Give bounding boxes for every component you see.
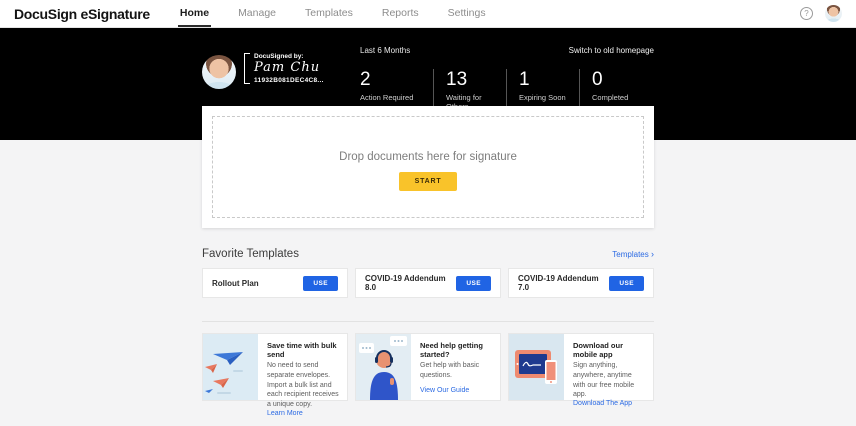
- promo-body: Get help with basic questions.: [420, 361, 492, 381]
- top-navbar: DocuSign eSignature Home Manage Template…: [0, 0, 856, 28]
- signature-name: Pam Chu: [254, 60, 324, 75]
- signature-id: 11932B081DEC4C8...: [254, 77, 324, 84]
- stats-area: Last 6 Months Switch to old homepage 2 A…: [360, 46, 654, 111]
- template-card-rollout-plan: Rollout Plan USE: [202, 268, 348, 298]
- drop-zone-message: Drop documents here for signature: [213, 151, 643, 163]
- section-divider: [202, 321, 654, 322]
- stat-completed[interactable]: 0 Completed: [579, 69, 652, 111]
- nav-item-templates[interactable]: Templates: [303, 0, 355, 27]
- use-template-button[interactable]: USE: [303, 276, 338, 291]
- template-card-covid-addendum-8: COVID-19 Addendum 8.0 USE: [355, 268, 501, 298]
- stat-value: 1: [519, 69, 579, 90]
- template-name: Rollout Plan: [212, 279, 259, 288]
- start-button[interactable]: START: [399, 172, 458, 191]
- main-nav: Home Manage Templates Reports Settings: [178, 0, 513, 27]
- nav-item-manage[interactable]: Manage: [236, 0, 278, 27]
- stat-waiting-for-others[interactable]: 13 Waiting for Others: [433, 69, 506, 111]
- stat-label: Action Required: [360, 93, 433, 102]
- nav-item-home[interactable]: Home: [178, 0, 211, 27]
- promo-title: Save time with bulk send: [267, 341, 339, 359]
- download-app-link[interactable]: Download The App: [573, 400, 645, 407]
- period-label: Last 6 Months: [360, 46, 410, 55]
- learn-more-link[interactable]: Learn More: [267, 410, 339, 417]
- header-actions: ?: [800, 0, 842, 27]
- promo-card-help: Need help getting started? Get help with…: [355, 333, 501, 401]
- stat-value: 2: [360, 69, 433, 90]
- signature-block: DocuSigned by: Pam Chu 11932B081DEC4C8..…: [244, 53, 324, 84]
- favorite-templates-row: Rollout Plan USE COVID-19 Addendum 8.0 U…: [202, 268, 654, 298]
- templates-link[interactable]: Templates ›: [612, 249, 654, 259]
- template-name: COVID-19 Addendum 7.0: [518, 274, 609, 292]
- template-name: COVID-19 Addendum 8.0: [365, 274, 456, 292]
- template-card-covid-addendum-7: COVID-19 Addendum 7.0 USE: [508, 268, 654, 298]
- promo-body: Sign anything, anywhere, anytime with ou…: [573, 361, 645, 400]
- help-icon[interactable]: ?: [800, 7, 813, 20]
- promo-title: Download our mobile app: [573, 341, 645, 359]
- switch-old-homepage-link[interactable]: Switch to old homepage: [569, 46, 654, 55]
- stat-value: 13: [446, 69, 506, 90]
- favorite-templates-header: Favorite Templates Templates ›: [202, 248, 654, 260]
- profile-avatar: [202, 55, 236, 89]
- promo-body: No need to send separate envelopes. Impo…: [267, 361, 339, 410]
- nav-item-settings[interactable]: Settings: [446, 0, 488, 27]
- promo-title: Need help getting started?: [420, 341, 492, 359]
- nav-item-reports[interactable]: Reports: [380, 0, 421, 27]
- docusign-logo[interactable]: DocuSign eSignature: [14, 6, 150, 22]
- paper-planes-illustration: [203, 334, 258, 400]
- stat-label: Completed: [592, 93, 652, 102]
- upload-card: Drop documents here for signature START: [202, 106, 654, 228]
- support-agent-illustration: [356, 334, 411, 400]
- view-guide-link[interactable]: View Our Guide: [420, 387, 492, 394]
- stat-expiring-soon[interactable]: 1 Expiring Soon: [506, 69, 579, 111]
- templates-link-label: Templates: [612, 250, 648, 259]
- signed-by-label: DocuSigned by:: [254, 53, 324, 60]
- use-template-button[interactable]: USE: [609, 276, 644, 291]
- chevron-right-icon: ›: [651, 249, 654, 259]
- favorite-templates-title: Favorite Templates: [202, 248, 299, 260]
- stat-label: Expiring Soon: [519, 93, 579, 102]
- user-avatar[interactable]: [825, 5, 842, 22]
- stat-action-required[interactable]: 2 Action Required: [360, 69, 433, 111]
- stat-value: 0: [592, 69, 652, 90]
- promo-card-bulk-send: Save time with bulk send No need to send…: [202, 333, 348, 401]
- use-template-button[interactable]: USE: [456, 276, 491, 291]
- signature-bracket-icon: [244, 53, 250, 84]
- promo-cards-row: Save time with bulk send No need to send…: [202, 333, 654, 401]
- mobile-devices-illustration: [509, 334, 564, 400]
- document-drop-zone[interactable]: Drop documents here for signature START: [212, 116, 644, 218]
- promo-card-mobile-app: Download our mobile app Sign anything, a…: [508, 333, 654, 401]
